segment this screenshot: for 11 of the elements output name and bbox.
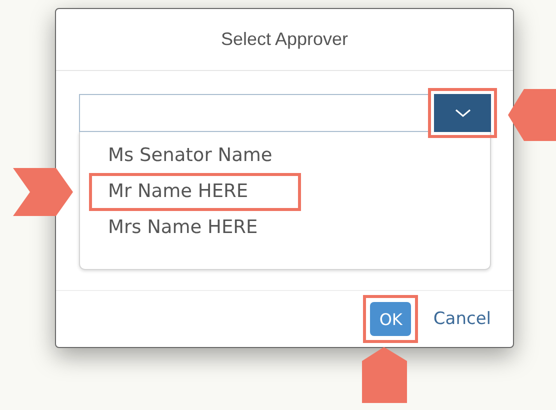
list-option[interactable]: Mr Name HERE [108, 179, 248, 205]
list-option[interactable]: Ms Senator Name [108, 143, 272, 169]
dialog-title: Select Approver [220, 29, 348, 50]
pointer-arrow [13, 168, 73, 216]
pointer-arrow [508, 89, 556, 141]
dropdown-button[interactable] [434, 94, 491, 132]
input-field[interactable] [79, 94, 428, 132]
cancel-button[interactable]: Cancel [429, 309, 495, 329]
chevron-down-icon [454, 108, 472, 118]
pointer-arrow [362, 347, 408, 403]
list-option[interactable]: Mrs Name HERE [108, 215, 258, 241]
